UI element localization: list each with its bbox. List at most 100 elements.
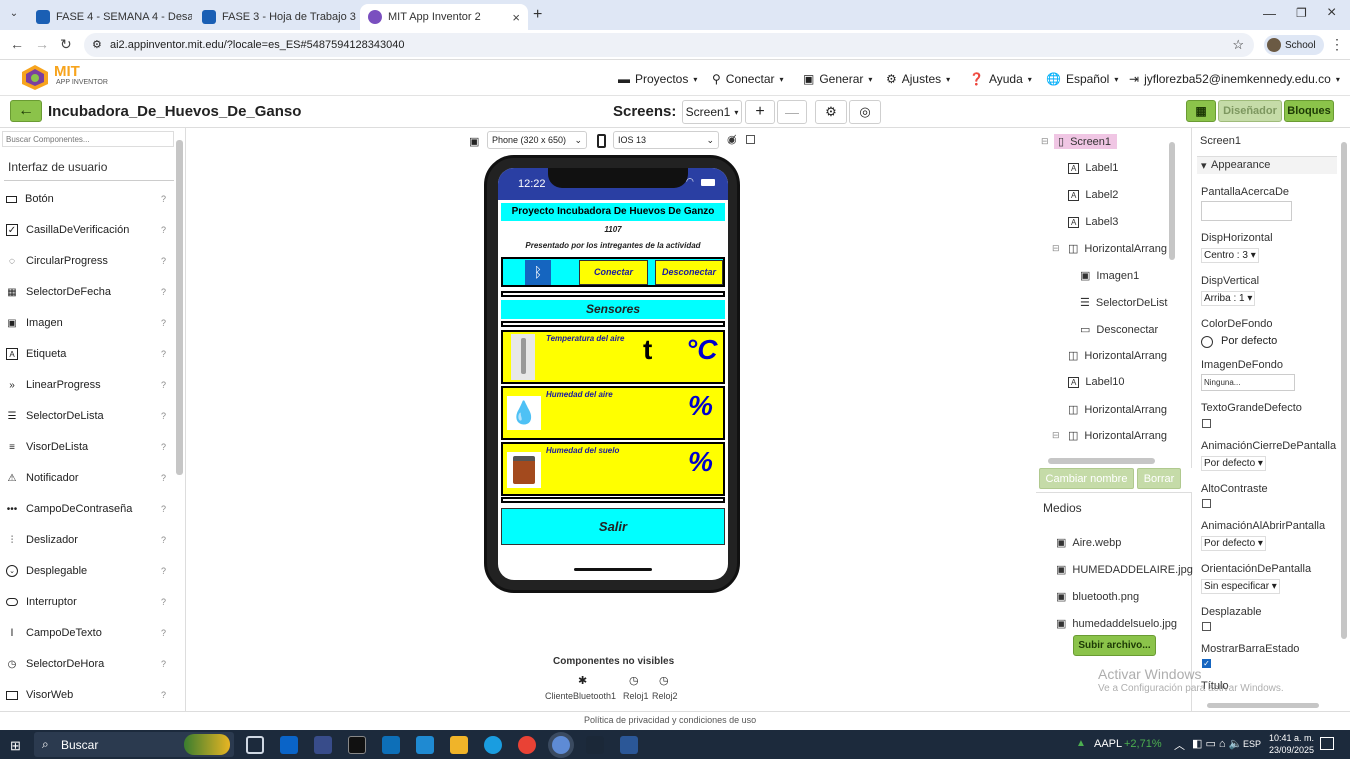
bigtext-checkbox[interactable] bbox=[1202, 419, 1211, 428]
rename-button[interactable]: Cambiar nombre bbox=[1039, 468, 1134, 489]
back-to-projects-button[interactable]: ← bbox=[10, 100, 42, 122]
show-hidden-checkbox[interactable] bbox=[746, 135, 755, 144]
palette-item-password[interactable]: ••• CampoDeContraseña? bbox=[6, 499, 170, 519]
media-file[interactable]: ▣ HUMEDADDELAIRE.jpg bbox=[1056, 563, 1193, 577]
connect-button[interactable]: Conectar bbox=[579, 260, 648, 285]
soil-jar-image[interactable] bbox=[507, 452, 541, 488]
browser-tab-2[interactable]: FASE 3 - Hoja de Trabajo 3 – Se × bbox=[194, 4, 358, 30]
project-properties-button[interactable]: ⚙ bbox=[815, 100, 847, 124]
clock-date[interactable]: 23/09/2025 bbox=[1269, 745, 1314, 755]
stock-change[interactable]: +2,71% bbox=[1124, 738, 1162, 750]
about-textarea[interactable] bbox=[1201, 201, 1292, 221]
maximize-icon[interactable]: ❐ bbox=[1296, 6, 1307, 20]
menu-connect[interactable]: ⚲ Conectar ▾ bbox=[712, 72, 784, 86]
help-icon[interactable]: ? bbox=[161, 690, 166, 700]
color-swatch-icon[interactable] bbox=[1201, 336, 1213, 348]
phone-subtitle[interactable]: Presentado por los intregantes de la act… bbox=[498, 241, 728, 250]
task-view-icon[interactable] bbox=[246, 736, 264, 754]
delete-button[interactable]: Borrar bbox=[1137, 468, 1181, 489]
palette-toggle-icon[interactable]: ▦ bbox=[1186, 100, 1216, 122]
help-icon[interactable]: ? bbox=[161, 628, 166, 638]
minimize-icon[interactable]: — bbox=[1263, 6, 1276, 21]
contrast-checkbox[interactable] bbox=[1202, 499, 1211, 508]
browser-tab-1[interactable]: FASE 4 - SEMANA 4 - Desarroll × bbox=[28, 4, 192, 30]
os-select[interactable]: IOS 13 ⌄ bbox=[613, 131, 719, 149]
steam-icon[interactable] bbox=[586, 736, 604, 754]
forward-icon[interactable]: → bbox=[35, 36, 49, 52]
nonvisible-clock2[interactable]: Reloj2 bbox=[652, 691, 678, 701]
bgimage-field[interactable]: Ninguna... bbox=[1201, 374, 1295, 391]
media-file[interactable]: ▣ Aire.webp bbox=[1056, 536, 1121, 550]
help-icon[interactable]: ? bbox=[161, 535, 166, 545]
back-icon[interactable]: ← bbox=[10, 36, 24, 52]
remove-screen-button[interactable]: — bbox=[777, 100, 807, 124]
properties-hscrollbar[interactable] bbox=[1207, 703, 1319, 708]
tree-node-listpicker[interactable]: ☰ SelectorDeLista bbox=[1080, 296, 1168, 310]
air-humidity-unit[interactable]: % bbox=[688, 390, 713, 422]
browser-tab-3[interactable]: MIT App Inventor 2 × bbox=[360, 4, 528, 30]
temp-value[interactable]: t bbox=[643, 334, 652, 366]
tree-node-image1[interactable]: ▣ Imagen1 bbox=[1080, 269, 1139, 283]
file-explorer-icon[interactable] bbox=[450, 736, 468, 754]
blocks-button[interactable]: Bloques bbox=[1284, 100, 1334, 122]
sensors-label[interactable]: Sensores bbox=[501, 300, 725, 319]
collapse-icon[interactable]: ⊟ bbox=[1041, 136, 1049, 147]
palette-item-notifier[interactable]: ⚠ Notificador? bbox=[6, 468, 170, 488]
open-anim-select[interactable]: Por defecto ▾ bbox=[1201, 536, 1266, 551]
help-icon[interactable]: ? bbox=[161, 287, 166, 297]
water-drop-image[interactable]: 💧 bbox=[507, 396, 541, 430]
palette-item-image[interactable]: ▣ Imagen? bbox=[6, 313, 170, 333]
bookmark-star-icon[interactable]: ☆ bbox=[1232, 37, 1244, 53]
close-anim-select[interactable]: Por defecto ▾ bbox=[1201, 456, 1266, 471]
soil-humidity-label[interactable]: Humedad del suelo bbox=[546, 446, 619, 455]
tray-icons[interactable]: ◧ ▭ ⌂ 🔈 bbox=[1192, 737, 1242, 750]
scroll-checkbox[interactable] bbox=[1202, 622, 1211, 631]
help-icon[interactable]: ? bbox=[161, 566, 166, 576]
orientation-select[interactable]: Sin especificar ▾ bbox=[1201, 579, 1280, 594]
stock-name[interactable]: AAPL bbox=[1094, 738, 1122, 750]
properties-vscrollbar[interactable] bbox=[1341, 142, 1347, 639]
help-icon[interactable]: ? bbox=[161, 380, 166, 390]
thermometer-image[interactable] bbox=[511, 334, 535, 380]
help-icon[interactable]: ? bbox=[161, 504, 166, 514]
notification-icon[interactable] bbox=[1320, 737, 1334, 750]
statusbar-checkbox[interactable]: ✓ bbox=[1202, 659, 1211, 668]
outlook-icon[interactable] bbox=[280, 736, 298, 754]
add-screen-button[interactable]: + bbox=[745, 100, 775, 124]
disconnect-button[interactable]: Desconectar bbox=[655, 260, 723, 285]
designer-button[interactable]: Diseñador bbox=[1218, 100, 1282, 122]
palette-item-spinner[interactable]: ⌄ Desplegable? bbox=[6, 561, 170, 581]
tree-hscrollbar[interactable] bbox=[1048, 458, 1155, 464]
preview-image-icon[interactable]: ▣ bbox=[469, 135, 479, 148]
tree-node-screen1[interactable]: ▯ Screen1 bbox=[1054, 134, 1118, 149]
new-tab-icon[interactable]: + bbox=[533, 6, 542, 24]
tree-node-harrangement3[interactable]: ◫ HorizontalArrang bbox=[1068, 403, 1172, 417]
soil-humidity-unit[interactable]: % bbox=[688, 446, 713, 478]
reload-icon[interactable]: ↻ bbox=[60, 36, 72, 53]
palette-item-slider[interactable]: ⫶ Deslizador? bbox=[6, 530, 170, 550]
help-icon[interactable]: ? bbox=[161, 349, 166, 359]
exit-button[interactable]: Salir bbox=[501, 508, 725, 545]
mit-logo-icon[interactable] bbox=[20, 63, 50, 91]
globe-button[interactable]: ◎ bbox=[849, 100, 881, 124]
palette-item-date-picker[interactable]: ▦ SelectorDeFecha? bbox=[6, 282, 170, 302]
palette-item-button[interactable]: Botón? bbox=[6, 189, 170, 209]
palette-item-linear-progress[interactable]: » LinearProgress? bbox=[6, 375, 170, 395]
bgcolor-value[interactable]: Por defecto bbox=[1221, 335, 1277, 347]
close-window-icon[interactable]: × bbox=[1327, 4, 1336, 22]
palette-category[interactable]: Interfaz de usuario bbox=[8, 160, 107, 174]
tl-app-icon[interactable] bbox=[382, 736, 400, 754]
taskbar-search[interactable]: ⌕ Buscar bbox=[34, 732, 234, 757]
screen-selector[interactable]: Screen1 ▾ bbox=[682, 100, 742, 124]
device-size-select[interactable]: Phone (320 x 650) ⌄ bbox=[487, 131, 587, 149]
temp-unit[interactable]: °C bbox=[686, 334, 717, 366]
tree-node-harrangement1[interactable]: ◫ HorizontalArrang bbox=[1068, 242, 1172, 256]
palette-item-textbox[interactable]: Ⅰ CampoDeTexto? bbox=[6, 623, 170, 643]
bluetooth-icon[interactable]: ᛒ bbox=[525, 260, 551, 285]
help-icon[interactable]: ? bbox=[161, 225, 166, 235]
tab-search-icon[interactable]: ⌄ bbox=[6, 8, 22, 24]
hidden-components-icon[interactable]: ◉̸ bbox=[727, 133, 737, 146]
chrome-profile-icon[interactable] bbox=[552, 736, 570, 754]
privacy-link[interactable]: Política de privacidad y condiciones de … bbox=[584, 715, 756, 725]
help-icon[interactable]: ? bbox=[161, 194, 166, 204]
